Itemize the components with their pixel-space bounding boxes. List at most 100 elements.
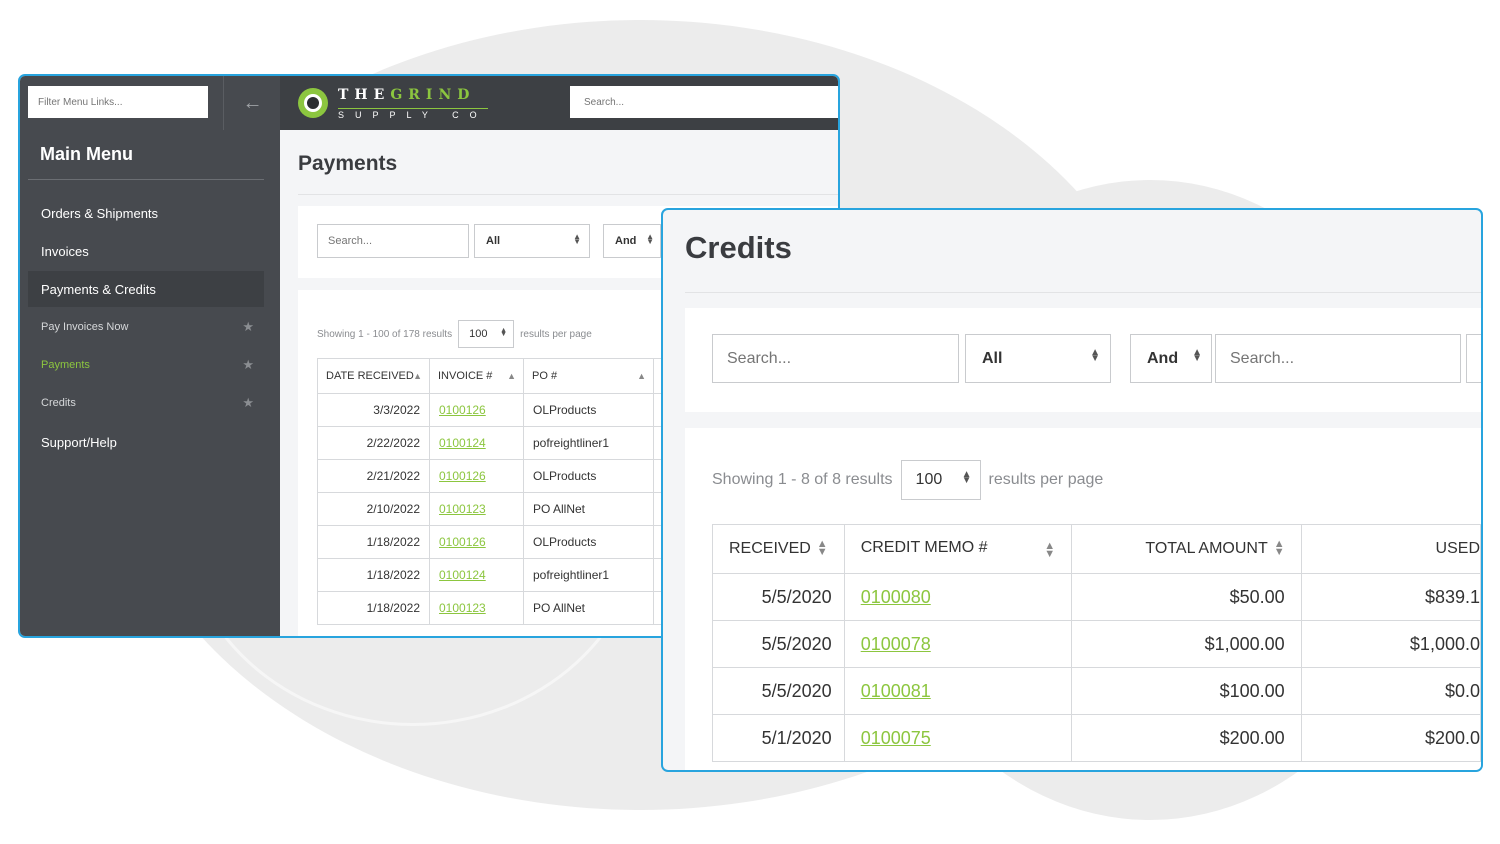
select-arrows-icon: ▲ ▼ — [961, 469, 972, 486]
cell-invoice: 0100126 — [429, 525, 524, 559]
search-input-2[interactable] — [1215, 334, 1461, 383]
sidebar-item-credits[interactable]: Credits ★ — [28, 385, 264, 421]
cell-received: 5/5/2020 — [712, 573, 845, 621]
cell-invoice: 0100123 — [429, 492, 524, 526]
header-label: TOTAL AMOUNT — [1145, 540, 1268, 557]
credit-memo-link[interactable]: 0100081 — [861, 681, 931, 701]
cell-po: OLProducts — [523, 525, 654, 559]
star-icon[interactable]: ★ — [242, 319, 254, 335]
cell-received: 5/1/2020 — [712, 714, 845, 762]
sidebar-item-orders-shipments[interactable]: Orders & Shipments — [28, 195, 264, 231]
cell-credit-memo: 0100078 — [843, 620, 1073, 668]
cell-invoice: 0100126 — [429, 393, 524, 427]
sidebar-item-label: Credits — [41, 397, 76, 409]
filter-menu-input[interactable] — [28, 86, 208, 118]
column-header-po[interactable]: PO # ▲︎ — [523, 358, 654, 394]
cell-used: $0.0 — [1300, 667, 1481, 715]
results-summary: Showing 1 - 8 of 8 results 100 ▲ ▼ result… — [712, 460, 1103, 500]
cell-total-amount: $100.00 — [1071, 667, 1302, 715]
per-page-select[interactable]: 100 ▲ ▼ — [900, 460, 981, 500]
cell-total-amount: $1,000.00 — [1071, 620, 1302, 668]
header-label: RECEIVED — [729, 540, 811, 557]
table-row: 5/5/2020 0100080 $50.00 $839.1 — [712, 573, 1481, 621]
sidebar: ← Main Menu Orders & Shipments Invoices … — [20, 76, 280, 636]
per-page-select[interactable]: 100 ▲ ▼ — [458, 320, 515, 348]
column-header-total-amount[interactable]: TOTAL AMOUNT ▲ ▼ — [1071, 524, 1302, 574]
table-row: 2/22/2022 0100124 pofreightliner1 — [317, 426, 711, 460]
per-page-value: 100 — [469, 328, 488, 340]
sidebar-item-payments-credits[interactable]: Payments & Credits — [28, 271, 264, 307]
main-menu-title: Main Menu — [40, 144, 133, 164]
invoice-link[interactable]: 0100124 — [439, 568, 486, 582]
field-select-value: All — [486, 235, 501, 247]
results-count-text: Showing 1 - 8 of 8 results — [712, 471, 893, 488]
sort-icon[interactable]: ▲ ▼ — [1044, 541, 1055, 560]
logo-word-grind: GRIND — [390, 87, 476, 103]
payments-table: DATE RECEIVED ▲︎ INVOICE # ▲︎ PO # ▲︎ 3/3/2… — [317, 358, 711, 625]
sidebar-item-label: Payments — [41, 359, 90, 371]
title-divider — [685, 292, 1481, 293]
invoice-link[interactable]: 0100123 — [439, 601, 486, 615]
invoice-link[interactable]: 0100124 — [439, 436, 486, 450]
table-row: 2/21/2022 0100126 OLProducts — [317, 459, 711, 493]
header-label: DATE RECEIVED — [326, 370, 414, 382]
select-arrows-icon: ▲ ▼ — [646, 232, 654, 246]
sidebar-item-pay-invoices-now[interactable]: Pay Invoices Now ★ — [28, 309, 264, 345]
column-header-date-received[interactable]: DATE RECEIVED ▲︎ — [317, 358, 430, 394]
cell-invoice: 0100124 — [429, 426, 524, 460]
invoice-link[interactable]: 0100126 — [439, 469, 486, 483]
field-select[interactable]: All ▲ ▼ — [474, 224, 590, 258]
column-header-invoice[interactable]: INVOICE # ▲︎ — [429, 358, 524, 394]
table-row: 5/5/2020 0100078 $1,000.00 $1,000.0 — [712, 620, 1481, 668]
header-label: PO # — [532, 370, 558, 382]
cell-credit-memo: 0100081 — [843, 667, 1073, 715]
table-row: 2/10/2022 0100123 PO AllNet — [317, 492, 711, 526]
cell-date-received: 1/18/2022 — [317, 558, 430, 592]
cell-po: pofreightliner1 — [523, 426, 654, 460]
sort-icon[interactable]: ▲ ▼ — [817, 538, 828, 557]
sidebar-item-support-help[interactable]: Support/Help — [28, 424, 264, 460]
invoice-link[interactable]: 0100126 — [439, 403, 486, 417]
column-header-used[interactable]: USED — [1300, 524, 1481, 574]
cell-used: $839.1 — [1300, 573, 1481, 621]
global-search-input[interactable] — [570, 86, 838, 118]
sort-icon[interactable]: ▲ ▼ — [1274, 538, 1285, 557]
sidebar-item-label: Payments & Credits — [41, 281, 156, 297]
sidebar-item-payments[interactable]: Payments ★ — [28, 347, 264, 383]
field-select-value: All — [982, 349, 1003, 367]
cell-date-received: 1/18/2022 — [317, 525, 430, 559]
cell-date-received: 2/10/2022 — [317, 492, 430, 526]
credit-memo-link[interactable]: 0100075 — [861, 728, 931, 748]
extra-select[interactable] — [1466, 334, 1481, 383]
credit-memo-link[interactable]: 0100078 — [861, 634, 931, 654]
field-select[interactable]: All ▲ ▼ — [965, 334, 1111, 383]
invoice-link[interactable]: 0100123 — [439, 502, 486, 516]
sort-icon[interactable]: ▲︎ — [637, 371, 646, 381]
star-icon[interactable]: ★ — [242, 357, 254, 373]
per-page-label: results per page — [988, 471, 1104, 488]
table-row: 1/18/2022 0100126 OLProducts — [317, 525, 711, 559]
column-header-credit-memo[interactable]: CREDIT MEMO # ▲ ▼ — [843, 524, 1073, 574]
sidebar-item-invoices[interactable]: Invoices — [28, 233, 264, 269]
company-logo[interactable]: THEGRIND SUPPLY CO — [298, 86, 498, 122]
menu-divider — [28, 179, 264, 180]
search-input[interactable] — [317, 224, 469, 258]
cell-po: PO AllNet — [523, 591, 654, 625]
sort-icon[interactable]: ▲︎ — [507, 371, 516, 381]
credit-memo-link[interactable]: 0100080 — [861, 587, 931, 607]
arrow-left-icon[interactable]: ← — [223, 76, 281, 130]
search-input[interactable] — [712, 334, 959, 383]
star-icon[interactable]: ★ — [242, 395, 254, 411]
per-page-label: results per page — [520, 328, 592, 340]
sort-icon[interactable]: ▲︎ — [413, 371, 422, 381]
invoice-link[interactable]: 0100126 — [439, 535, 486, 549]
logo-subtitle: SUPPLY CO — [338, 108, 488, 120]
cell-po: pofreightliner1 — [523, 558, 654, 592]
logic-select[interactable]: And ▲ ▼ — [603, 224, 661, 258]
column-header-received[interactable]: RECEIVED ▲ ▼ — [712, 524, 845, 574]
results-summary: Showing 1 - 100 of 178 results 100 ▲ ▼ re… — [317, 320, 592, 348]
select-arrows-icon: ▲ ▼ — [573, 232, 581, 246]
header-label: USED — [1435, 540, 1480, 557]
select-arrows-icon: ▲ ▼ — [500, 327, 508, 339]
logic-select[interactable]: And ▲ ▼ — [1130, 334, 1212, 383]
